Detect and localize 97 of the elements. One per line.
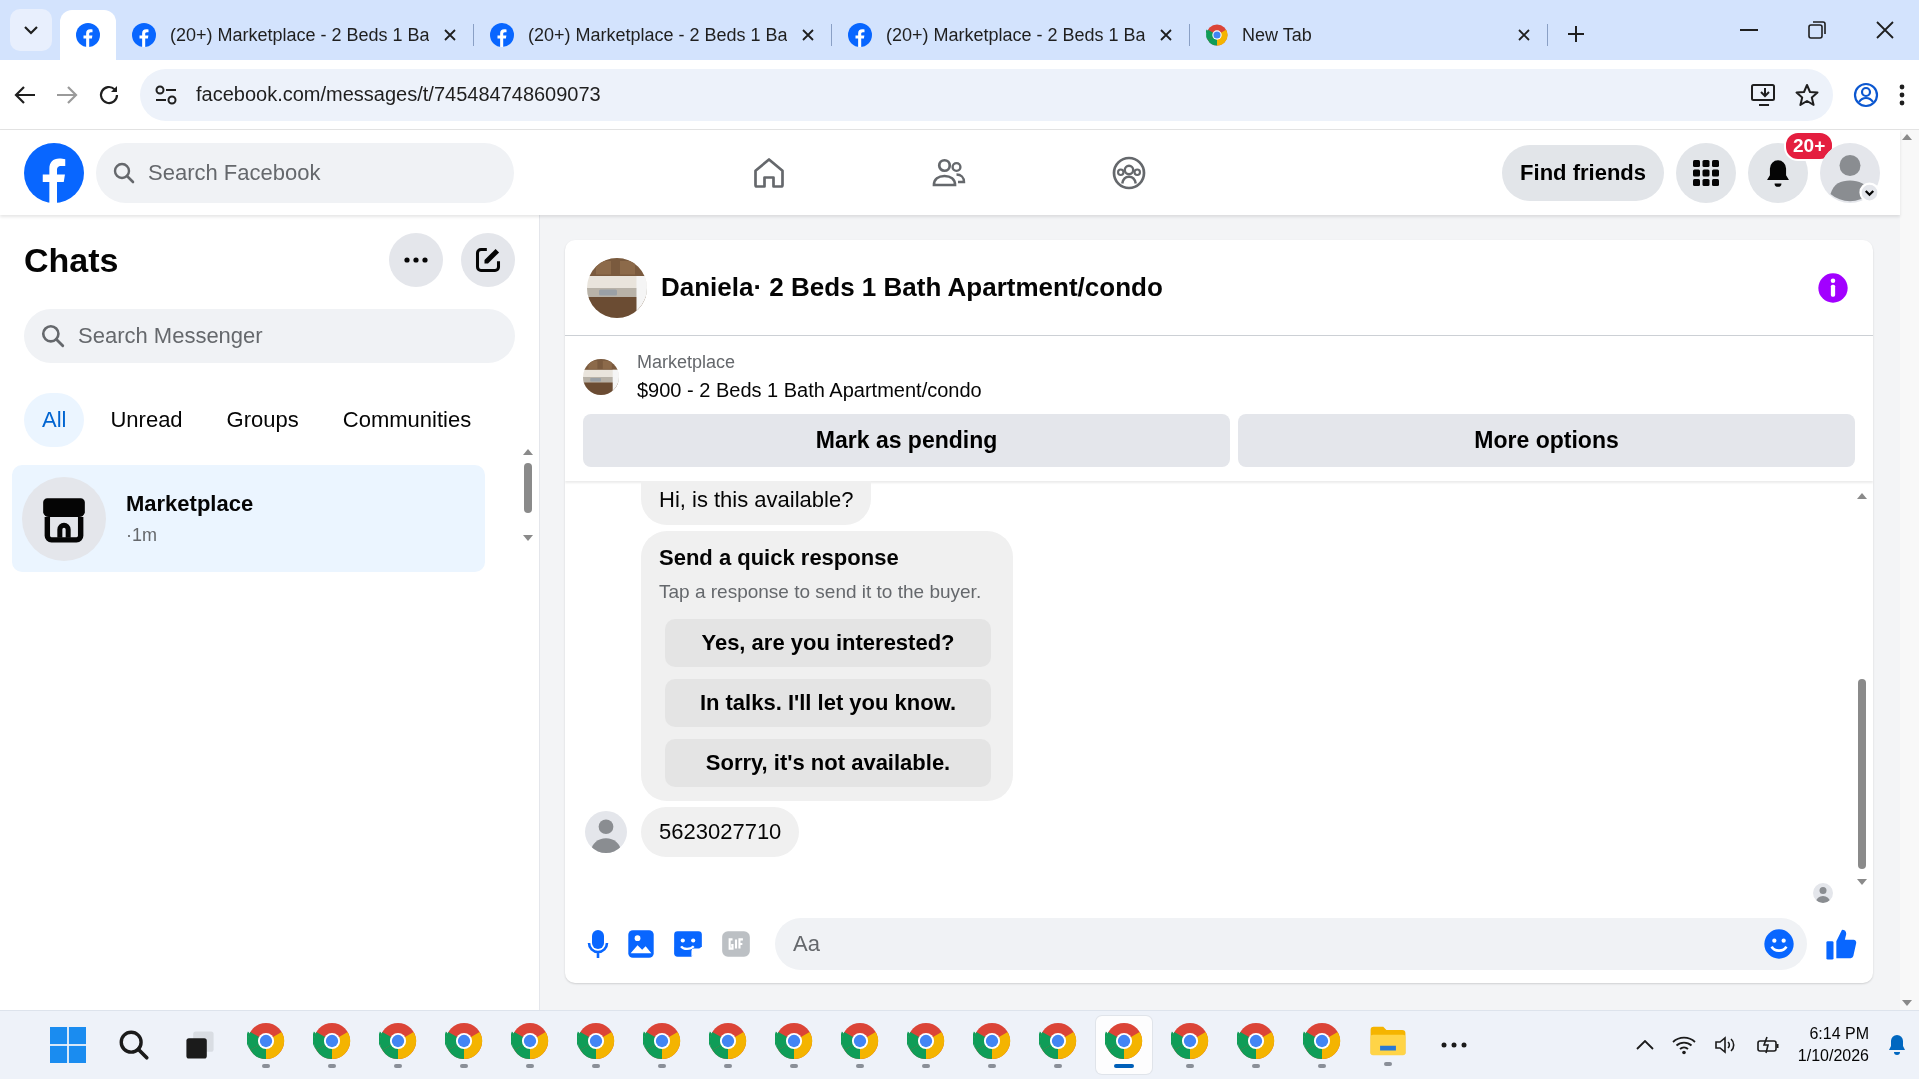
- chrome-icon[interactable]: [1303, 1022, 1341, 1060]
- more-icon[interactable]: [1440, 1041, 1468, 1049]
- folder-icon[interactable]: [1369, 1024, 1407, 1058]
- browser-tab[interactable]: (20+) Marketplace - 2 Beds 1 Ba: [116, 10, 473, 60]
- action-button[interactable]: Mark as pending: [583, 414, 1231, 467]
- filter-tab[interactable]: Unread: [92, 393, 201, 447]
- chrome-icon[interactable]: [511, 1022, 549, 1060]
- chrome-icon[interactable]: [643, 1022, 681, 1060]
- microphone-icon[interactable]: [587, 929, 609, 959]
- restore-icon[interactable]: [1808, 21, 1826, 39]
- close-icon[interactable]: [1159, 28, 1173, 42]
- listing-thumbnail: [583, 359, 619, 395]
- taskbar-app[interactable]: [1096, 1016, 1152, 1074]
- filter-tab[interactable]: Groups: [208, 393, 317, 447]
- browser-tab[interactable]: (20+) Marketplace - 2 Beds 1 Ba: [832, 10, 1189, 60]
- quick-response-button[interactable]: In talks. I'll let you know.: [665, 679, 991, 727]
- browser-tab[interactable]: [60, 10, 116, 60]
- browser-tab[interactable]: New Tab: [1190, 10, 1547, 60]
- chrome-icon[interactable]: [907, 1022, 945, 1060]
- emoji-icon[interactable]: [1763, 928, 1795, 960]
- message-bubble: 5623027710: [641, 807, 800, 857]
- search-icon: [117, 1028, 151, 1062]
- message-input[interactable]: Aa: [775, 918, 1807, 970]
- chrome-icon[interactable]: [775, 1022, 813, 1060]
- close-icon[interactable]: [801, 28, 815, 42]
- listing-source: Marketplace: [637, 352, 737, 373]
- site-settings-icon[interactable]: [154, 83, 178, 106]
- windows-start-icon[interactable]: [50, 1027, 86, 1063]
- facebook-icon[interactable]: [848, 23, 872, 47]
- chrome-icon[interactable]: [1039, 1022, 1077, 1060]
- chrome-icon[interactable]: [313, 1022, 351, 1060]
- chrome-icon[interactable]: [1171, 1022, 1209, 1060]
- conversation-item[interactable]: Marketplace ·1m: [12, 465, 485, 572]
- star-icon[interactable]: [1795, 82, 1819, 107]
- conversation-name: Marketplace: [126, 491, 254, 517]
- chrome-icon[interactable]: [709, 1022, 747, 1060]
- close-icon[interactable]: [443, 28, 457, 42]
- plus-icon: [1566, 24, 1586, 44]
- back-icon[interactable]: [14, 84, 36, 105]
- wifi-icon[interactable]: [1671, 1035, 1696, 1055]
- sticker-icon[interactable]: [673, 930, 703, 958]
- sender-avatar: [585, 811, 627, 853]
- clock-time[interactable]: 6:14 PM: [1797, 1023, 1869, 1045]
- filter-tab[interactable]: Communities: [324, 393, 490, 447]
- browser-tab[interactable]: (20+) Marketplace - 2 Beds 1 Ba: [474, 10, 831, 60]
- quick-response-button[interactable]: Sorry, it's not available.: [665, 739, 991, 787]
- chrome-icon[interactable]: [1206, 24, 1228, 46]
- quick-response-hint: Tap a response to send it to the buyer.: [659, 581, 983, 603]
- install-icon[interactable]: [1751, 82, 1777, 107]
- new-message-button[interactable]: [461, 233, 515, 287]
- chevron-down-icon: [24, 25, 38, 35]
- info-icon[interactable]: [1817, 271, 1849, 304]
- forward-icon[interactable]: [56, 84, 78, 105]
- chrome-icon[interactable]: [973, 1022, 1011, 1060]
- chrome-icon[interactable]: [1237, 1022, 1275, 1060]
- quick-response-button[interactable]: Yes, are you interested?: [665, 619, 991, 667]
- seen-avatar: [1813, 883, 1833, 903]
- chrome-icon[interactable]: [379, 1022, 417, 1060]
- close-icon[interactable]: [1517, 28, 1531, 42]
- search-field[interactable]: Search Facebook: [96, 142, 514, 203]
- quick-response-title: Send a quick response: [659, 545, 900, 571]
- menu-icon[interactable]: [1899, 83, 1905, 106]
- compose-icon: [474, 246, 502, 274]
- more-icon: [404, 257, 428, 263]
- bell-icon[interactable]: [1887, 1034, 1907, 1056]
- grid-icon: [1693, 159, 1719, 186]
- profile-icon[interactable]: [1853, 81, 1879, 108]
- notification-badge: 20+: [1784, 130, 1835, 161]
- chats-title: Chats: [24, 240, 120, 280]
- action-button[interactable]: More options: [1238, 414, 1855, 467]
- facebook-icon[interactable]: [490, 23, 514, 47]
- chrome-icon[interactable]: [1105, 1022, 1143, 1060]
- battery-icon[interactable]: [1755, 1035, 1780, 1055]
- facebook-icon[interactable]: [76, 23, 100, 47]
- facebook-logo[interactable]: [24, 142, 84, 203]
- reload-icon[interactable]: [98, 83, 120, 106]
- bell-icon: [1764, 157, 1792, 188]
- conversation-title[interactable]: Daniela· 2 Beds 1 Bath Apartment/condo: [661, 272, 1803, 303]
- thumbs-up-icon[interactable]: [1825, 927, 1859, 961]
- chrome-icon[interactable]: [841, 1022, 879, 1060]
- find-friends-button[interactable]: Find friends: [1502, 144, 1664, 201]
- options-button[interactable]: [389, 233, 443, 287]
- message-bubble: Hi, is this available?: [641, 481, 872, 525]
- search-field[interactable]: Search Messenger: [24, 309, 515, 363]
- conversation-time: ·1m: [126, 525, 158, 546]
- clock-date[interactable]: 1/10/2026: [1797, 1045, 1869, 1067]
- tab-search-button[interactable]: [10, 9, 52, 51]
- chrome-icon[interactable]: [577, 1022, 615, 1060]
- chrome-icon[interactable]: [247, 1022, 285, 1060]
- chevron-up-icon[interactable]: [1635, 1040, 1654, 1050]
- image-icon[interactable]: [627, 929, 655, 959]
- chrome-icon[interactable]: [445, 1022, 483, 1060]
- filter-tab[interactable]: All: [24, 393, 85, 447]
- task-view-icon[interactable]: [183, 1028, 217, 1062]
- close-icon[interactable]: [1876, 21, 1894, 39]
- facebook-icon[interactable]: [132, 23, 156, 47]
- listing-title[interactable]: $900 - 2 Beds 1 Bath Apartment/condo: [637, 379, 982, 402]
